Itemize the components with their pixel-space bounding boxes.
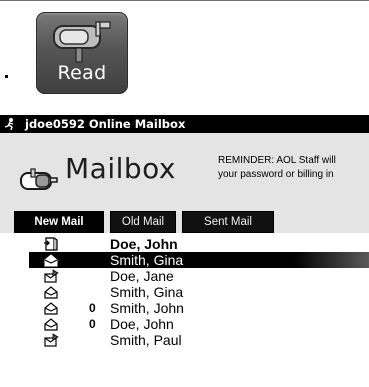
tab-new-mail[interactable]: New Mail: [14, 211, 104, 233]
message-row[interactable]: Doe, John: [29, 236, 369, 252]
tab-label: Sent Mail: [204, 216, 252, 228]
envelope-icon: [44, 254, 58, 267]
aol-runner-icon: [4, 118, 14, 131]
message-row[interactable]: Smith, Paul: [29, 332, 369, 348]
message-row[interactable]: Doe, Jane: [29, 268, 369, 284]
sender-name: Doe, Jane: [110, 268, 174, 284]
read-button-label: Read: [57, 62, 107, 84]
reminder-text: REMINDER: AOL Staff will your password o…: [218, 154, 336, 182]
message-row[interactable]: 0 Smith, John: [29, 300, 369, 316]
mailbox-icon: [20, 168, 58, 190]
window-title: jdoe0592 Online Mailbox: [25, 117, 186, 131]
sender-name: Smith, John: [110, 300, 184, 316]
envelope-icon: [44, 286, 58, 299]
top-divider: [0, 0, 369, 1]
reply-envelope-icon: [44, 333, 59, 347]
envelope-icon: [44, 302, 58, 315]
attachment-icon: 0: [89, 317, 96, 331]
message-list: Doe, John Smith, Gina Doe, Jane Smith, G…: [0, 233, 369, 387]
reminder-line-1: REMINDER: AOL Staff will: [218, 155, 336, 166]
sender-name: Smith, Paul: [110, 332, 182, 348]
tab-sent-mail[interactable]: Sent Mail: [182, 211, 274, 233]
message-row[interactable]: Smith, Gina: [29, 284, 369, 300]
envelope-icon: [44, 318, 58, 331]
read-button[interactable]: Read: [36, 12, 128, 94]
tab-label: New Mail: [34, 216, 84, 228]
sender-name: Smith, Gina: [110, 284, 184, 300]
reminder-line-2: your password or billing in: [218, 169, 334, 180]
reply-envelope-icon: [44, 269, 59, 283]
tab-label: Old Mail: [121, 216, 165, 228]
sender-name: Smith, Gina: [110, 252, 184, 268]
tab-old-mail[interactable]: Old Mail: [110, 211, 176, 233]
message-row[interactable]: 0 Doe, John: [29, 316, 369, 332]
attachment-icon: 0: [89, 301, 96, 315]
message-row[interactable]: Smith, Gina: [29, 252, 369, 268]
window-titlebar[interactable]: jdoe0592 Online Mailbox: [0, 115, 369, 133]
mailbox-heading: Mailbox: [65, 152, 176, 185]
open-door-icon: [44, 237, 58, 251]
mailbox-icon: [53, 21, 111, 63]
mailbox-window: jdoe0592 Online Mailbox Mailbox REMINDER…: [0, 115, 369, 387]
sender-name: Doe, John: [110, 236, 178, 252]
sender-name: Doe, John: [110, 316, 174, 332]
pointer-dot: [5, 75, 8, 78]
